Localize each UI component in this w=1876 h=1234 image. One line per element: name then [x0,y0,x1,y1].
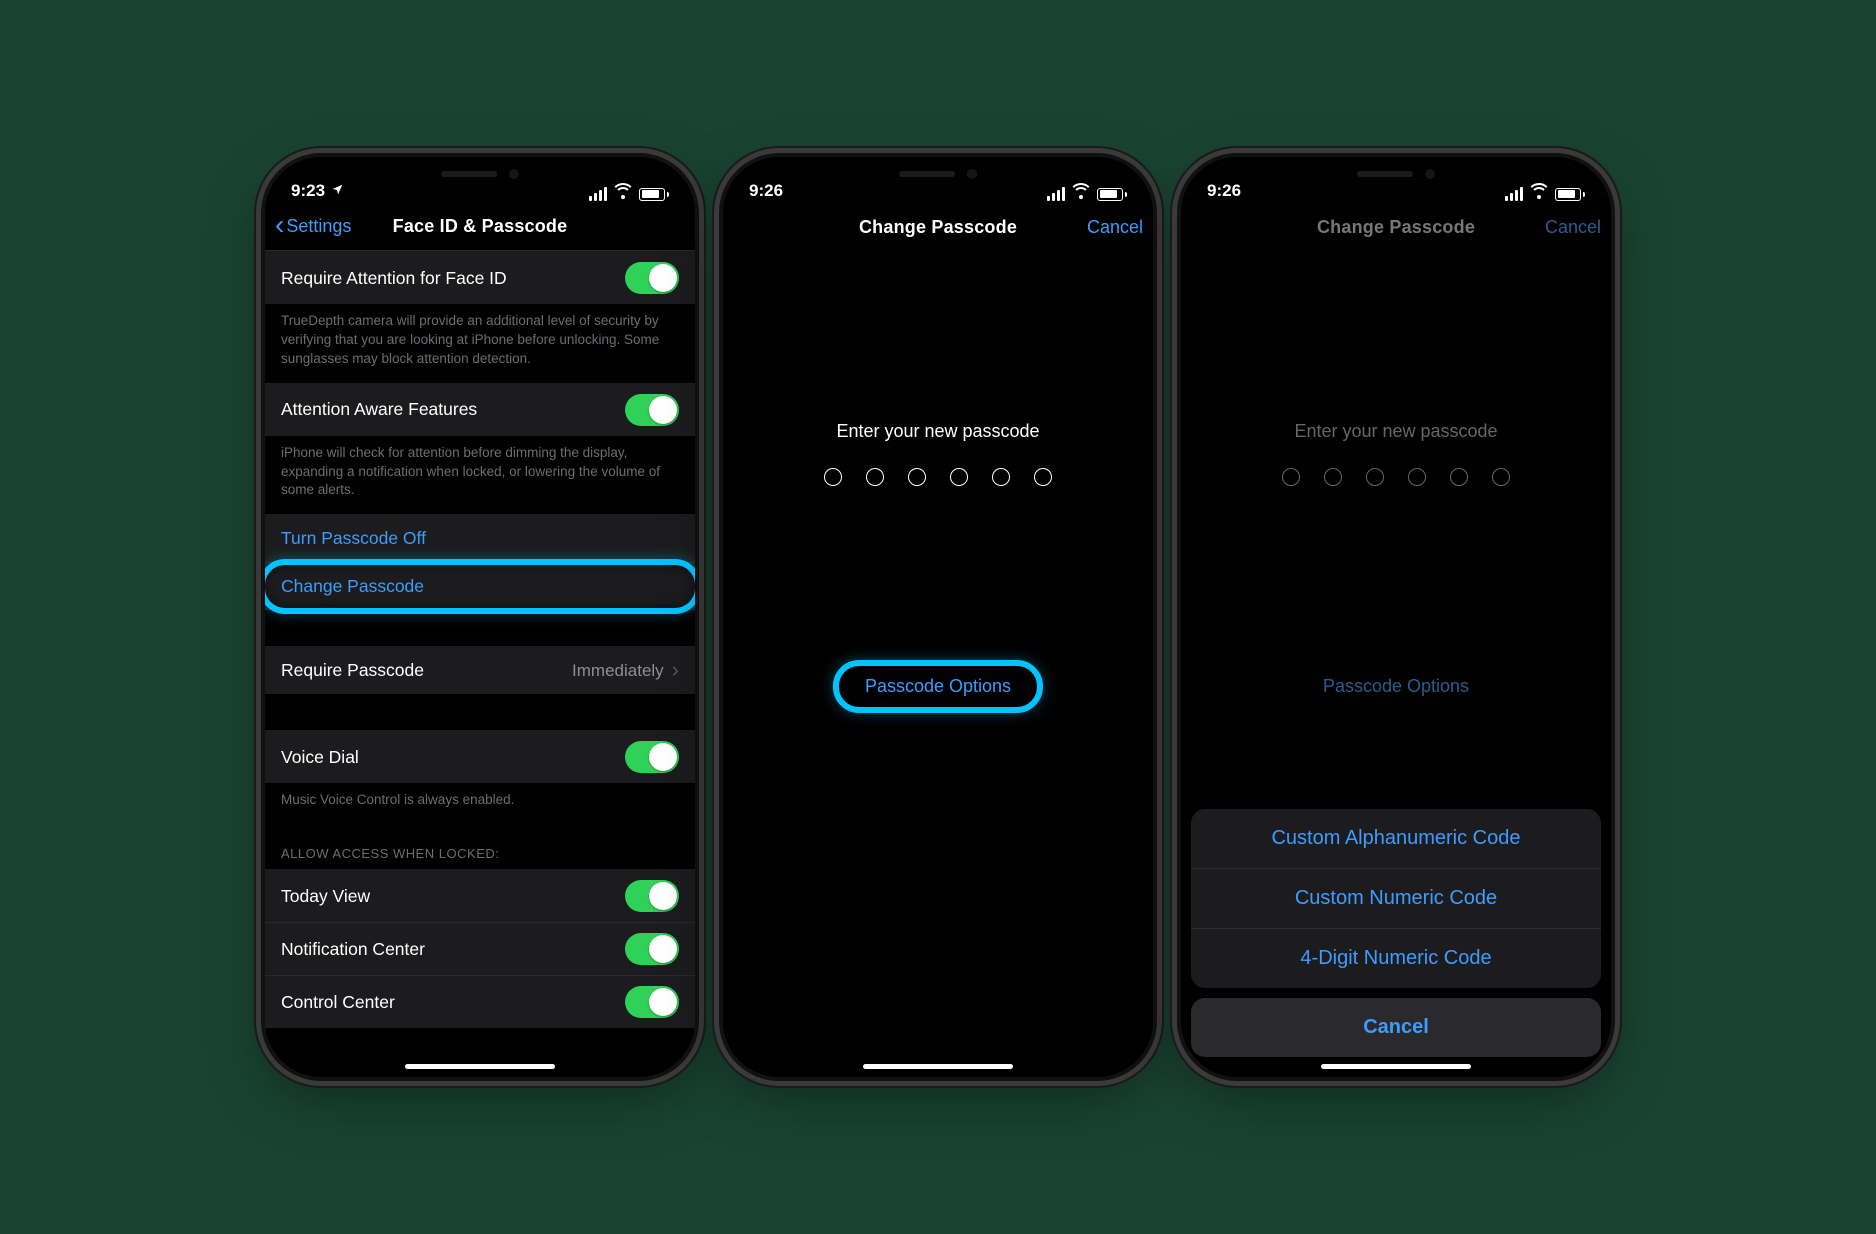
row-value: Immediately [572,661,664,681]
option-custom-numeric[interactable]: Custom Numeric Code [1191,868,1601,928]
battery-icon [1555,188,1585,201]
passcode-dot [950,468,968,486]
wifi-icon [1529,187,1549,201]
signal-icon [1505,187,1523,201]
passcode-options-button[interactable]: Passcode Options [845,666,1031,707]
row-require-attention[interactable]: Require Attention for Face ID [265,251,695,304]
action-sheet-cancel[interactable]: Cancel [1191,998,1601,1057]
chevron-right-icon: › [672,657,679,683]
location-icon [331,181,344,201]
signal-icon [589,187,607,201]
signal-icon [1047,187,1065,201]
row-label: Require Attention for Face ID [281,268,507,289]
status-time: 9:23 [291,181,325,201]
action-sheet: Custom Alphanumeric Code Custom Numeric … [1191,809,1601,1057]
passcode-dot [1450,468,1468,486]
nav-bar: Change Passcode Cancel [723,203,1153,251]
wifi-icon [613,187,633,201]
passcode-prompt: Enter your new passcode [836,421,1039,442]
passcode-dot [824,468,842,486]
row-label: Control Center [281,992,395,1013]
section-header-allow-access: ALLOW ACCESS WHEN LOCKED: [265,824,695,869]
row-require-passcode[interactable]: Require Passcode Immediately › [265,646,695,694]
switch-voice-dial[interactable] [625,741,679,773]
notch [370,157,590,191]
notch [828,157,1048,191]
back-label: Settings [286,216,351,237]
home-indicator[interactable] [863,1064,1013,1069]
passcode-dot [908,468,926,486]
settings-list[interactable]: Require Attention for Face ID TrueDepth … [265,251,695,1077]
notch [1286,157,1506,191]
footer-attention-aware: iPhone will check for attention before d… [265,436,695,515]
passcode-options-label: Passcode Options [1323,676,1469,696]
row-label: Require Passcode [281,660,424,681]
option-four-digit[interactable]: 4-Digit Numeric Code [1191,928,1601,988]
phone-passcode-options-sheet: 9:26 Change Passcode Cancel Enter your n… [1181,157,1611,1077]
cancel-button[interactable]: Cancel [1087,217,1143,238]
page-title: Face ID & Passcode [393,216,568,237]
row-label: Voice Dial [281,747,359,768]
footer-voice-dial: Music Voice Control is always enabled. [265,783,695,824]
status-time: 9:26 [749,181,783,201]
home-indicator[interactable] [405,1064,555,1069]
row-voice-dial[interactable]: Voice Dial [265,730,695,783]
switch-notification-center[interactable] [625,933,679,965]
nav-bar: ‹ Settings Face ID & Passcode [265,203,695,251]
switch-require-attention[interactable] [625,262,679,294]
passcode-dot [866,468,884,486]
row-turn-passcode-off[interactable]: Turn Passcode Off [265,514,695,562]
passcode-entry: Enter your new passcode [723,251,1153,1077]
passcode-dot [1034,468,1052,486]
action-sheet-options: Custom Alphanumeric Code Custom Numeric … [1191,809,1601,988]
phone-change-passcode: 9:26 Change Passcode Cancel Enter your n… [723,157,1153,1077]
chevron-left-icon: ‹ [275,211,284,239]
passcode-prompt: Enter your new passcode [1294,421,1497,442]
passcode-options-label: Passcode Options [865,676,1011,696]
row-label: Notification Center [281,939,425,960]
passcode-options-button: Passcode Options [1303,666,1489,707]
nav-bar: Change Passcode Cancel [1181,203,1611,251]
row-control-center[interactable]: Control Center [265,975,695,1028]
row-today-view[interactable]: Today View [265,869,695,922]
status-time: 9:26 [1207,181,1241,201]
passcode-dots [1282,468,1510,486]
switch-control-center[interactable] [625,986,679,1018]
page-title: Change Passcode [859,217,1017,238]
home-indicator[interactable] [1321,1064,1471,1069]
switch-today-view[interactable] [625,880,679,912]
battery-icon [1097,188,1127,201]
page-title: Change Passcode [1317,217,1475,238]
cancel-button[interactable]: Cancel [1545,217,1601,238]
row-notification-center[interactable]: Notification Center [265,922,695,975]
footer-require-attention: TrueDepth camera will provide an additio… [265,304,695,383]
row-change-passcode[interactable]: Change Passcode [265,562,695,610]
passcode-dot [1492,468,1510,486]
row-label: Attention Aware Features [281,399,477,420]
option-custom-alphanumeric[interactable]: Custom Alphanumeric Code [1191,809,1601,868]
passcode-dot [992,468,1010,486]
phone-settings: 9:23 ‹ Settings Face ID & Passcode Requ [265,157,695,1077]
switch-attention-aware[interactable] [625,394,679,426]
passcode-dot [1282,468,1300,486]
passcode-dot [1366,468,1384,486]
row-attention-aware[interactable]: Attention Aware Features [265,383,695,436]
passcode-dots [824,468,1052,486]
passcode-dot [1408,468,1426,486]
row-label: Turn Passcode Off [281,528,426,549]
row-label: Today View [281,886,370,907]
battery-icon [639,188,669,201]
passcode-dot [1324,468,1342,486]
wifi-icon [1071,187,1091,201]
back-button[interactable]: ‹ Settings [275,215,351,239]
row-label: Change Passcode [281,576,424,597]
